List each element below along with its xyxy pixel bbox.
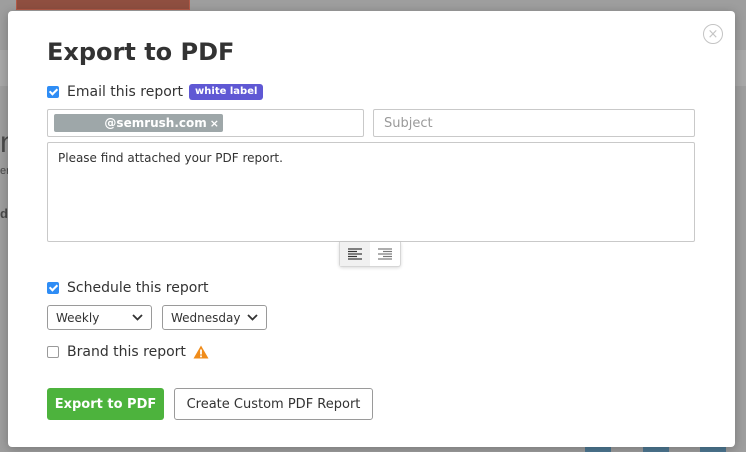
schedule-report-row: Schedule this report [47, 280, 209, 296]
brand-report-label[interactable]: Brand this report [67, 344, 186, 360]
export-pdf-button[interactable]: Export to PDF [47, 388, 164, 420]
warning-icon[interactable] [193, 345, 209, 359]
schedule-report-label[interactable]: Schedule this report [67, 280, 209, 296]
background-fragment-label: d [0, 206, 8, 221]
subject-input[interactable]: Subject [373, 109, 695, 137]
background-tab [16, 0, 190, 10]
align-left-icon [348, 248, 362, 260]
export-pdf-dialog: × Export to PDF Email this report white … [8, 11, 735, 447]
frequency-value: Weekly [56, 310, 100, 325]
email-report-checkbox[interactable] [47, 86, 59, 98]
email-report-row: Email this report white label [47, 84, 264, 100]
schedule-report-checkbox[interactable] [47, 282, 59, 294]
recipient-chip: @semrush.com × [54, 114, 223, 132]
recipient-chip-text: @semrush.com [104, 116, 207, 130]
recipients-input[interactable]: @semrush.com × [47, 109, 364, 137]
close-icon[interactable]: × [703, 24, 723, 44]
white-label-badge: white label [189, 84, 264, 100]
text-align-toolbar [339, 242, 401, 267]
frequency-select[interactable]: Weekly [47, 305, 152, 330]
brand-report-row: Brand this report [47, 344, 209, 360]
day-value: Wednesday [171, 310, 241, 325]
chevron-down-icon [132, 314, 143, 321]
message-textarea[interactable]: Please find attached your PDF report. [47, 142, 695, 242]
brand-report-checkbox[interactable] [47, 346, 59, 358]
day-select[interactable]: Wednesday [162, 305, 267, 330]
chevron-down-icon [247, 314, 258, 321]
align-left-button[interactable] [340, 242, 370, 266]
dialog-title: Export to PDF [47, 38, 235, 66]
align-right-icon [378, 248, 392, 260]
email-report-label[interactable]: Email this report [67, 84, 183, 100]
align-right-button[interactable] [370, 242, 400, 266]
create-custom-report-button[interactable]: Create Custom PDF Report [174, 388, 373, 420]
remove-recipient-icon[interactable]: × [210, 117, 219, 130]
